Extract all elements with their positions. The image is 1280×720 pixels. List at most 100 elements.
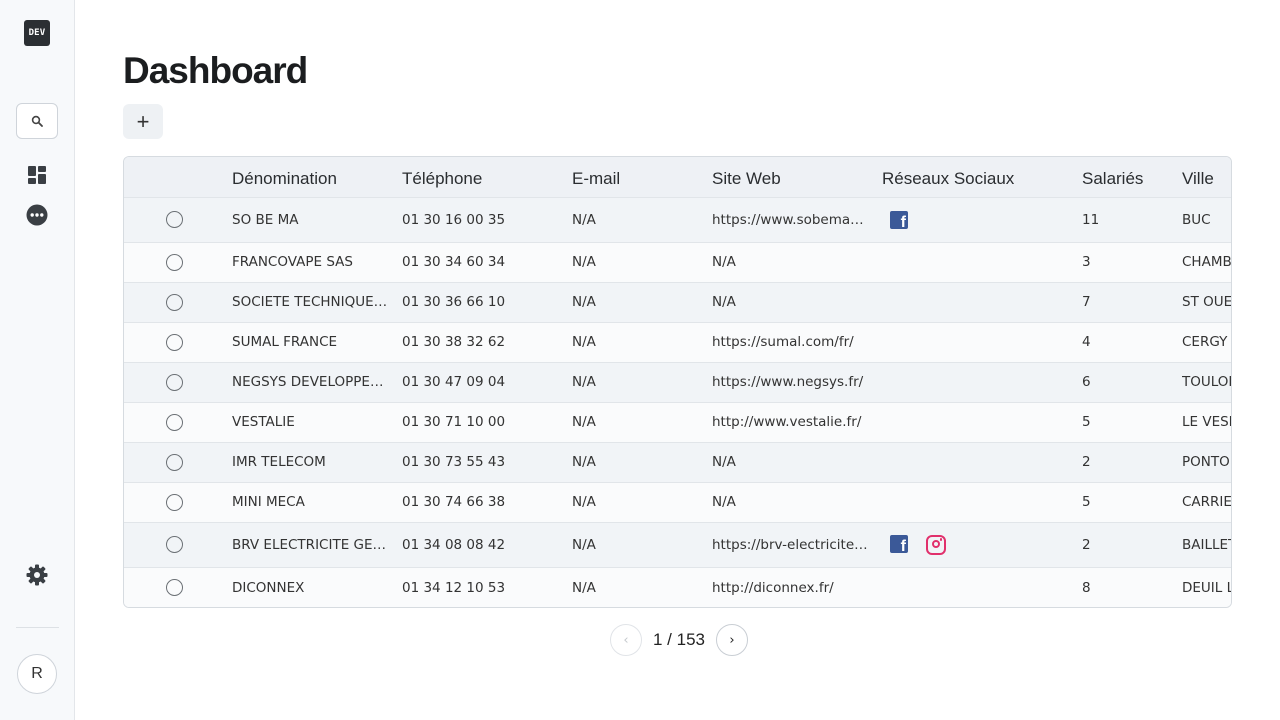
cell-select: [124, 566, 232, 607]
cell-city: ST OUEN L'AUMONE: [1182, 281, 1231, 322]
search-button[interactable]: [16, 103, 58, 139]
table-header-row: Dénomination Téléphone E-mail Site Web R…: [124, 157, 1231, 197]
cell-city: CARRIERES: [1182, 481, 1231, 522]
cell-telephone: 01 30 47 09 04: [402, 361, 572, 402]
cell-telephone: 01 34 08 08 42: [402, 521, 572, 567]
table-row[interactable]: BRV ELECTRICITE GENERALE01 34 08 08 42N/…: [124, 521, 1231, 567]
nav-settings[interactable]: [26, 564, 48, 586]
cell-denomination: VESTALIE: [232, 401, 402, 442]
cell-select: [124, 361, 232, 402]
col-header-site-web[interactable]: Site Web: [712, 157, 882, 197]
cell-denomination: SUMAL FRANCE: [232, 321, 402, 362]
add-button[interactable]: +: [123, 104, 163, 139]
next-page-button[interactable]: ›: [716, 624, 748, 656]
cell-site-web[interactable]: http://diconnex.fr/: [712, 566, 882, 607]
cell-city: BAILLET: [1182, 521, 1231, 567]
cell-telephone: 01 34 12 10 53: [402, 566, 572, 607]
cell-site-web[interactable]: https://www.sobemafr.com/: [712, 196, 882, 242]
row-radio[interactable]: [166, 453, 183, 471]
dashboard-icon: [28, 166, 46, 184]
nav-dashboard[interactable]: [26, 164, 48, 186]
cell-site-web[interactable]: N/A: [712, 241, 882, 282]
table-row[interactable]: SOCIETE TECHNIQUE D'EQUIPEMENT01 30 36 6…: [124, 281, 1231, 322]
table-row[interactable]: FRANCOVAPE SAS 01 30 34 60 34 N/A N/A 3 CHAMB…: [124, 241, 1231, 282]
col-header-social[interactable]: Réseaux Sociaux: [882, 157, 1082, 197]
table-row[interactable]: SUMAL FRANCE 01 30 38 32 62 N/A https://sum…: [124, 321, 1231, 362]
prev-page-button[interactable]: ‹: [610, 624, 642, 656]
table-row[interactable]: SO BE MA 01 30 16 00 35 N/A https://www.sob…: [124, 196, 1231, 242]
cell-telephone: 01 30 36 66 10: [402, 281, 572, 322]
cell-email: N/A: [572, 241, 712, 282]
table-row[interactable]: IMR TELECOM01 30 73 55 43N/AN/A2PONTOISE: [124, 441, 1231, 482]
row-radio[interactable]: [166, 211, 183, 228]
row-radio[interactable]: [166, 579, 183, 597]
col-header-employees[interactable]: Salariés: [1082, 157, 1182, 197]
cell-city: TOULON: [1182, 361, 1231, 402]
row-radio[interactable]: [166, 373, 183, 391]
gear-icon: [26, 564, 48, 586]
cell-denomination: IMR TELECOM: [232, 441, 402, 482]
cell-telephone: 01 30 71 10 00: [402, 401, 572, 442]
cell-site-web[interactable]: https://brv-electricite.fr/: [712, 521, 882, 567]
col-header-city[interactable]: Ville: [1182, 157, 1231, 197]
cell-telephone: 01 30 74 66 38: [402, 481, 572, 522]
cell-city: CERGY: [1182, 321, 1231, 362]
cell-select: [124, 196, 232, 242]
cell-email: N/A: [572, 401, 712, 442]
page-title: Dashboard: [123, 50, 308, 91]
cell-site-web[interactable]: https://sumal.com/fr/: [712, 321, 882, 362]
cell-telephone: 01 30 38 32 62: [402, 321, 572, 362]
cell-employees: 4: [1082, 321, 1182, 362]
facebook-icon[interactable]: [890, 534, 908, 553]
col-header-email[interactable]: E-mail: [572, 157, 712, 197]
row-radio[interactable]: [166, 536, 183, 553]
nav-more[interactable]: [26, 204, 48, 226]
cell-site-web[interactable]: N/A: [712, 441, 882, 482]
cell-telephone: 01 30 73 55 43: [402, 441, 572, 482]
row-radio[interactable]: [166, 493, 183, 511]
cell-denomination: MINI MECA: [232, 481, 402, 522]
table-row[interactable]: VESTALIE 01 30 71 10 00 N/A http://www.vest…: [124, 401, 1231, 442]
cell-city: CHAMBOURCY: [1182, 241, 1231, 282]
cell-telephone: 01 30 16 00 35: [402, 196, 572, 242]
cell-select: [124, 481, 232, 522]
cell-denomination: NEGSYS DEVELOPPEMENT: [232, 361, 402, 402]
app-logo[interactable]: DEV: [24, 20, 50, 46]
instagram-icon[interactable]: [926, 534, 946, 555]
col-header-select: [124, 157, 232, 197]
cell-social: [882, 241, 1082, 282]
cell-site-web[interactable]: http://www.vestalie.fr/: [712, 401, 882, 442]
table-row[interactable]: MINI MECA01 30 74 66 38N/AN/A5CARRIERES: [124, 481, 1231, 522]
cell-site-web[interactable]: N/A: [712, 481, 882, 522]
sidebar-divider: [16, 627, 59, 628]
avatar[interactable]: R: [17, 654, 57, 694]
cell-social: [882, 401, 1082, 442]
row-radio[interactable]: [166, 413, 183, 431]
cell-employees: 8: [1082, 566, 1182, 607]
cell-employees: 7: [1082, 281, 1182, 322]
row-radio[interactable]: [166, 253, 183, 271]
table-row[interactable]: DICONNEX 01 34 12 10 53 N/A http://diconnex…: [124, 566, 1231, 607]
cell-email: N/A: [572, 521, 712, 567]
cell-employees: 5: [1082, 401, 1182, 442]
facebook-icon[interactable]: [890, 210, 908, 229]
sidebar: DEV R: [0, 0, 75, 720]
table-row[interactable]: NEGSYS DEVELOPPEMENT 01 30 47 09 04 N/A htt…: [124, 361, 1231, 402]
cell-denomination: FRANCOVAPE SAS: [232, 241, 402, 282]
cell-select: [124, 241, 232, 282]
cell-email: N/A: [572, 441, 712, 482]
row-radio[interactable]: [166, 293, 183, 311]
row-radio[interactable]: [166, 333, 183, 351]
cell-site-web[interactable]: N/A: [712, 281, 882, 322]
cell-employees: 3: [1082, 241, 1182, 282]
cell-email: N/A: [572, 281, 712, 322]
cell-site-web[interactable]: https://www.negsys.fr/: [712, 361, 882, 402]
col-header-denomination[interactable]: Dénomination: [232, 157, 402, 197]
col-header-telephone[interactable]: Téléphone: [402, 157, 572, 197]
cell-select: [124, 321, 232, 362]
cell-city: DEUIL LA BARRE: [1182, 566, 1231, 607]
cell-city: LE VESINET: [1182, 401, 1231, 442]
cell-select: [124, 521, 232, 567]
cell-denomination: SOCIETE TECHNIQUE D'EQUIPEMENT: [232, 281, 402, 322]
companies-table: Dénomination Téléphone E-mail Site Web R…: [123, 156, 1232, 608]
